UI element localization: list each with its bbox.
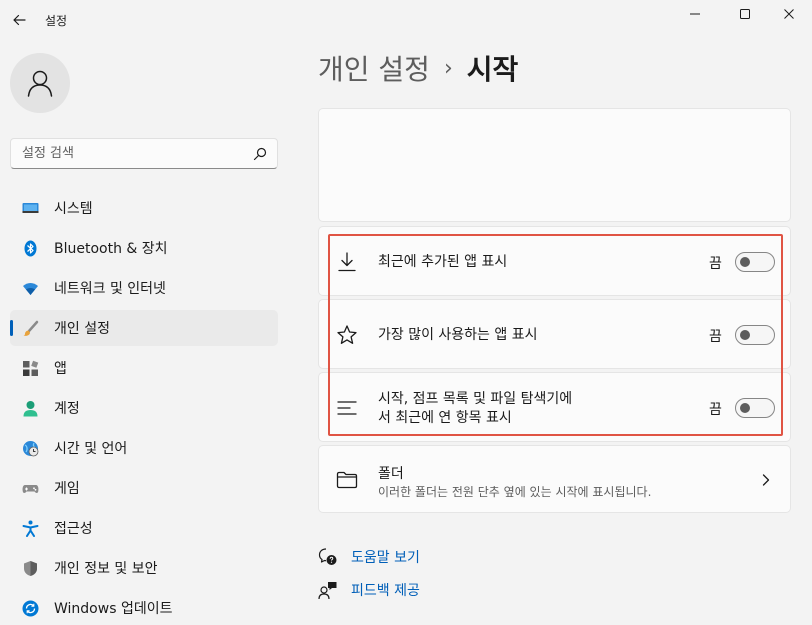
setting-label-line1: 시작, 점프 목록 및 파일 탐색기에 <box>378 391 573 407</box>
folders-row[interactable]: 폴더 이러한 폴더는 전원 단추 옆에 있는 시작에 표시됩니다. <box>318 445 791 513</box>
app-title: 설정 <box>45 14 68 28</box>
sidebar-item-apps[interactable]: 앱 <box>10 350 278 386</box>
toggle-knob <box>740 330 750 340</box>
avatar[interactable] <box>10 53 70 113</box>
sidebar-item-label: 게임 <box>54 481 80 497</box>
sidebar-item-label: 접근성 <box>54 521 93 537</box>
breadcrumb-parent[interactable]: 개인 설정 <box>318 48 430 88</box>
shield-icon <box>22 560 39 577</box>
toggle-state-label: 끔 <box>709 402 722 418</box>
sidebar-item-label: 시간 및 언어 <box>54 441 128 457</box>
setting-recently-added-apps: 최근에 추가된 앱 표시 끔 <box>318 226 791 296</box>
sidebar-item-label: 시스템 <box>54 201 93 217</box>
maximize-icon <box>740 9 750 19</box>
setting-most-used-apps: 가장 많이 사용하는 앱 표시 끔 <box>318 299 791 369</box>
minimize-icon <box>690 13 700 15</box>
sidebar-item-network[interactable]: 네트워크 및 인터넷 <box>10 270 278 306</box>
search-icon[interactable] <box>253 147 267 161</box>
back-arrow-icon <box>13 14 26 26</box>
toggle-state-label: 끔 <box>709 256 722 272</box>
star-icon <box>337 325 357 344</box>
person-icon <box>22 400 39 417</box>
clock-globe-icon <box>22 440 39 457</box>
user-icon <box>27 70 53 97</box>
maximize-button[interactable] <box>722 0 768 28</box>
wifi-icon <box>22 280 39 297</box>
page-title: 시작 <box>466 53 519 86</box>
sidebar-item-label: Windows 업데이트 <box>54 601 173 617</box>
list-icon <box>337 401 357 415</box>
sidebar-item-label: 계정 <box>54 401 80 417</box>
folders-title: 폴더 <box>378 466 404 482</box>
sidebar-item-time-language[interactable]: 시간 및 언어 <box>10 430 278 466</box>
folders-description: 이러한 폴더는 전원 단추 옆에 있는 시작에 표시됩니다. <box>378 485 652 499</box>
give-feedback-label: 피드백 제공 <box>351 583 420 599</box>
sidebar-item-personalization[interactable]: 개인 설정 <box>10 310 278 346</box>
search-box <box>10 138 278 169</box>
sidebar-item-label: 네트워크 및 인터넷 <box>54 281 166 297</box>
get-help-link[interactable]: 도움말 보기 <box>318 545 420 569</box>
sidebar-item-privacy-security[interactable]: 개인 정보 및 보안 <box>10 550 278 586</box>
sidebar-item-accessibility[interactable]: 접근성 <box>10 510 278 546</box>
close-button[interactable] <box>766 0 812 28</box>
toggle-state-label: 끔 <box>709 329 722 345</box>
get-help-label: 도움말 보기 <box>351 550 420 566</box>
bluetooth-icon <box>22 240 39 257</box>
gamepad-icon <box>22 480 39 497</box>
sidebar-item-label: 개인 정보 및 보안 <box>54 561 158 577</box>
start-layout-card <box>318 108 791 222</box>
toggle-knob <box>740 403 750 413</box>
toggle-knob <box>740 257 750 267</box>
setting-recently-opened-items: 시작, 점프 목록 및 파일 탐색기에 서 최근에 연 항목 표시 끔 <box>318 372 791 442</box>
recently-opened-items-toggle[interactable] <box>735 398 775 418</box>
title-bar: 설정 <box>0 0 812 40</box>
help-icon <box>318 548 337 565</box>
folder-icon <box>336 471 358 489</box>
accessibility-icon <box>22 520 39 537</box>
update-icon <box>22 600 39 617</box>
monitor-icon <box>22 200 39 217</box>
sidebar-item-windows-update[interactable]: Windows 업데이트 <box>10 590 278 625</box>
sidebar-item-gaming[interactable]: 게임 <box>10 470 278 506</box>
setting-label: 가장 많이 사용하는 앱 표시 <box>378 327 538 343</box>
brush-icon <box>22 320 39 337</box>
close-icon <box>784 9 794 19</box>
sidebar-item-system[interactable]: 시스템 <box>10 190 278 226</box>
most-used-apps-toggle[interactable] <box>735 325 775 345</box>
sidebar-item-label: Bluetooth & 장치 <box>54 241 168 257</box>
minimize-button[interactable] <box>672 0 718 28</box>
breadcrumb-separator: › <box>443 55 453 81</box>
apps-icon <box>22 360 39 377</box>
chevron-right-icon <box>762 474 770 486</box>
recently-added-apps-toggle[interactable] <box>735 252 775 272</box>
breadcrumb: 개인 설정 › 시작 <box>318 48 518 88</box>
sidebar-item-label: 개인 설정 <box>54 321 110 337</box>
back-button[interactable] <box>10 10 30 30</box>
sidebar-nav: 시스템 Bluetooth & 장치 네트워크 및 인터넷 개인 설정 앱 계정 <box>10 190 278 625</box>
feedback-icon <box>318 582 337 600</box>
download-icon <box>338 252 356 272</box>
search-input[interactable] <box>11 139 241 168</box>
setting-label-line2: 서 최근에 연 항목 표시 <box>378 410 512 426</box>
sidebar-item-bluetooth[interactable]: Bluetooth & 장치 <box>10 230 278 266</box>
sidebar-item-accounts[interactable]: 계정 <box>10 390 278 426</box>
setting-label: 최근에 추가된 앱 표시 <box>378 254 508 270</box>
give-feedback-link[interactable]: 피드백 제공 <box>318 578 420 602</box>
sidebar-item-label: 앱 <box>54 361 67 377</box>
